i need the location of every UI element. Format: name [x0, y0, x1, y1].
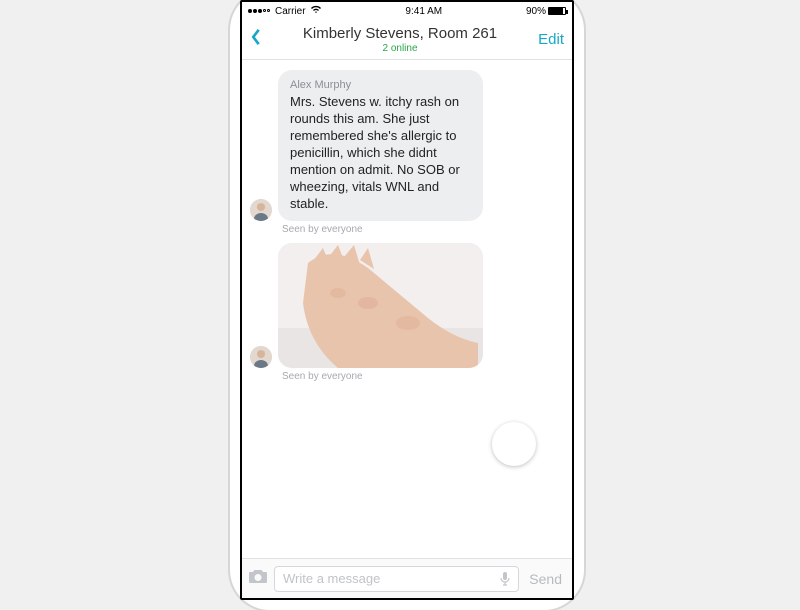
sender-name: Alex Murphy: [290, 78, 471, 92]
edit-button[interactable]: Edit: [530, 31, 564, 48]
message-input[interactable]: Write a message: [274, 566, 519, 592]
wifi-icon: [310, 5, 322, 17]
nav-bar: Kimberly Stevens, Room 261 2 online Edit: [242, 20, 572, 60]
battery-icon: [548, 7, 566, 15]
seen-label: Seen by everyone: [282, 224, 564, 235]
chat-title: Kimberly Stevens, Room 261: [270, 25, 530, 42]
input-bar: Write a message Send: [242, 558, 572, 598]
send-button[interactable]: Send: [525, 571, 566, 587]
camera-icon: [248, 568, 268, 584]
message-list[interactable]: Alex Murphy Mrs. Stevens w. itchy rash o…: [242, 60, 572, 558]
input-placeholder: Write a message: [283, 571, 380, 586]
message-row: Alex Murphy Mrs. Stevens w. itchy rash o…: [250, 70, 564, 221]
message-text: Mrs. Stevens w. itchy rash on rounds thi…: [290, 94, 471, 212]
back-button[interactable]: [250, 28, 270, 51]
avatar[interactable]: [250, 346, 272, 368]
online-status: 2 online: [270, 43, 530, 54]
message-row: [250, 243, 564, 368]
signal-dots-icon: [248, 6, 271, 17]
avatar[interactable]: [250, 199, 272, 221]
battery-indicator: 90%: [526, 6, 566, 17]
mic-button[interactable]: [498, 571, 512, 590]
status-bar: Carrier 9:41 AM 90%: [242, 2, 572, 20]
camera-button[interactable]: [248, 568, 268, 589]
phone-frame: Carrier 9:41 AM 90% Kimberly Stevens, Ro…: [230, 0, 584, 610]
nav-title-group: Kimberly Stevens, Room 261 2 online: [270, 25, 530, 54]
seen-label: Seen by everyone: [282, 371, 564, 382]
clock-label: 9:41 AM: [322, 6, 526, 17]
battery-pct: 90%: [526, 6, 546, 17]
chevron-left-icon: [250, 28, 262, 46]
message-bubble[interactable]: Alex Murphy Mrs. Stevens w. itchy rash o…: [278, 70, 483, 221]
carrier-label: Carrier: [275, 6, 306, 17]
image-attachment[interactable]: [278, 243, 483, 368]
screen: Carrier 9:41 AM 90% Kimberly Stevens, Ro…: [240, 0, 574, 600]
floating-action-button[interactable]: [492, 422, 536, 466]
microphone-icon: [498, 571, 512, 587]
